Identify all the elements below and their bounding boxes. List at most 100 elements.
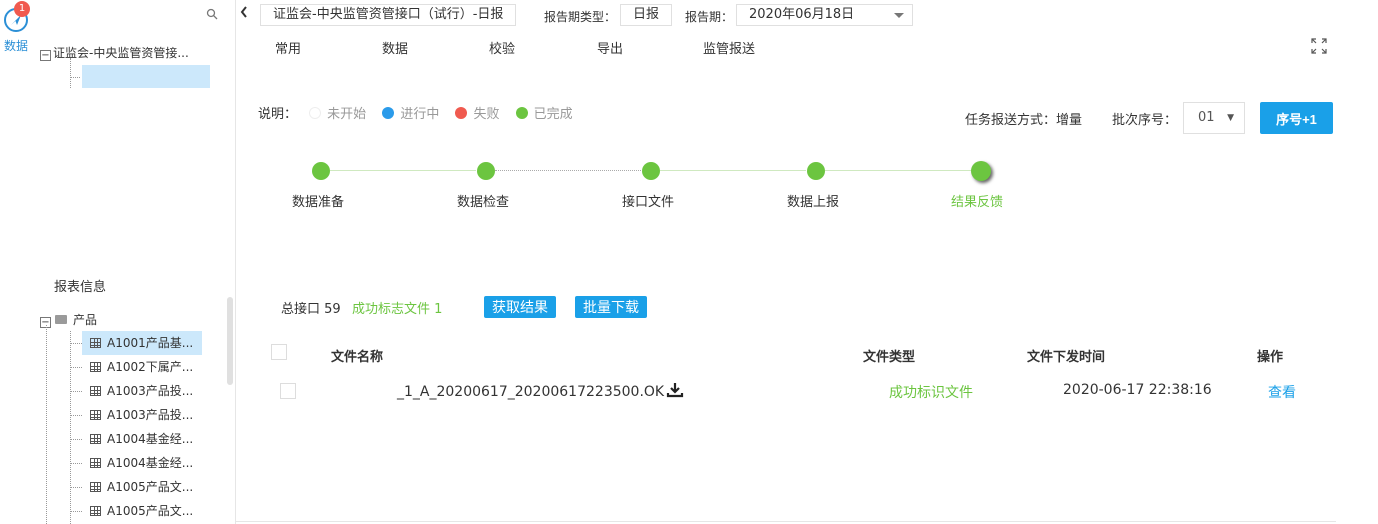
period-select-value: 2020年06月18日 xyxy=(749,7,855,22)
product-item-label: A1003产品投... xyxy=(107,384,194,398)
table-icon xyxy=(90,386,101,396)
tree-connector xyxy=(70,343,82,344)
table-icon xyxy=(90,434,101,444)
report-title-tab[interactable]: 证监会-中央监管资管接口（试行）-日报 xyxy=(260,4,517,26)
step-dot-data-report xyxy=(807,162,825,180)
tree-connector xyxy=(46,325,47,524)
step-label-data-check[interactable]: 数据检查 xyxy=(457,191,509,210)
fetch-result-button[interactable]: 获取结果 xyxy=(484,296,556,318)
divider xyxy=(236,521,1336,522)
product-list: A1001产品基... A1002下属产... A1003产品投... A100… xyxy=(82,331,202,523)
period-label: 报告期： xyxy=(685,10,734,24)
tree-connector xyxy=(70,331,71,524)
tree-root-node[interactable]: − 证监会-中央监管资管接... xyxy=(40,44,189,61)
product-item-label: A1005产品文... xyxy=(107,480,194,494)
step-dot-interface-file xyxy=(642,162,660,180)
step-dot-data-check xyxy=(477,162,495,180)
tree-connector xyxy=(70,511,82,512)
search-icon[interactable] xyxy=(206,8,218,23)
chevron-down-icon: ▼ xyxy=(1227,113,1234,123)
tree-connector xyxy=(70,77,80,78)
step-dot-result-feedback[interactable] xyxy=(971,161,991,181)
icon-rail: 1 数据 xyxy=(0,0,34,524)
menu-item-export[interactable]: 导出 xyxy=(597,38,623,57)
tree-products-node[interactable]: − 产品 xyxy=(40,311,97,328)
tree-connector xyxy=(70,367,82,368)
issue-time-cell: 2020-06-17 22:38:16 xyxy=(1063,382,1212,398)
menu-item-regulatory-submit[interactable]: 监管报送 xyxy=(703,38,755,57)
tree-child-selected[interactable] xyxy=(82,65,210,88)
table-icon xyxy=(90,362,101,372)
product-item[interactable]: A1003产品投... xyxy=(82,379,202,403)
product-item-label: A1003产品投... xyxy=(107,408,194,422)
step-dot-data-prep xyxy=(312,162,330,180)
step-connector xyxy=(330,170,476,171)
tree-root-label: 证监会-中央监管资管接... xyxy=(53,46,189,60)
product-item-label: A1002下属产... xyxy=(107,360,194,374)
step-label-data-report[interactable]: 数据上报 xyxy=(787,191,839,210)
menu-item-data[interactable]: 数据 xyxy=(382,38,408,57)
legend-completed: 已完成 xyxy=(515,107,573,122)
table-icon xyxy=(90,338,101,348)
legend-in-progress: 进行中 xyxy=(382,107,439,122)
step-label-interface-file[interactable]: 接口文件 xyxy=(622,191,674,210)
product-item-label: A1001产品基... xyxy=(107,336,194,350)
product-item[interactable]: A1002下属产... xyxy=(82,355,202,379)
period-type-label: 报告期类型： xyxy=(544,10,617,24)
select-all-checkbox[interactable] xyxy=(271,344,287,360)
report-info-title: 报表信息 xyxy=(54,280,107,295)
tree-connector xyxy=(70,58,71,88)
table-icon xyxy=(90,482,101,492)
tree-products-label: 产品 xyxy=(73,313,98,327)
legend-failed: 失败 xyxy=(455,107,499,122)
legend-not-started: 未开始 xyxy=(309,107,366,122)
task-mode-text: 任务报送方式：增量 xyxy=(965,113,1083,128)
period-select[interactable]: 2020年06月18日 xyxy=(736,4,913,26)
fullscreen-icon[interactable] xyxy=(1310,37,1328,55)
step-connector xyxy=(495,170,641,171)
menu-item-common[interactable]: 常用 xyxy=(275,38,301,57)
step-label-data-prep[interactable]: 数据准备 xyxy=(292,191,344,210)
col-header-file-type: 文件类型 xyxy=(863,350,916,365)
file-name-text: _1_A_20200617_20200617223500.OK xyxy=(397,384,665,400)
product-item[interactable]: A1005产品文... xyxy=(82,475,202,499)
col-header-file-name: 文件名称 xyxy=(331,350,384,365)
batch-download-button[interactable]: 批量下载 xyxy=(575,296,647,318)
increment-sequence-button[interactable]: 序号+1 xyxy=(1260,102,1333,134)
product-item[interactable]: A1005产品文... xyxy=(82,499,202,523)
status-dot-icon xyxy=(309,107,322,119)
product-item[interactable]: A1003产品投... xyxy=(82,403,202,427)
batch-select[interactable]: 01 ▼ xyxy=(1183,102,1245,134)
period-type-value[interactable]: 日报 xyxy=(620,4,673,26)
tree-connector xyxy=(70,415,82,416)
status-dot-icon xyxy=(382,107,395,119)
total-interfaces: 总接口 59 xyxy=(281,302,341,317)
product-item-label: A1004基金经... xyxy=(107,432,194,446)
download-icon[interactable] xyxy=(666,382,684,402)
product-item[interactable]: A1004基金经... xyxy=(82,427,202,451)
product-item[interactable]: A1001产品基... xyxy=(82,331,202,355)
table-icon xyxy=(90,410,101,420)
view-link[interactable]: 查看 xyxy=(1268,382,1296,402)
table-icon xyxy=(90,506,101,516)
tree-connector xyxy=(70,463,82,464)
collapse-icon[interactable]: − xyxy=(40,50,51,61)
chevron-down-icon xyxy=(894,13,904,18)
success-flag-files: 成功标志文件 1 xyxy=(352,302,443,317)
tree-connector xyxy=(70,439,82,440)
status-legend: 说明： 未开始 进行中 失败 已完成 xyxy=(258,103,585,122)
tree-panel: − 证监会-中央监管资管接... 报表信息 − 产品 A1001产品基... A10… xyxy=(34,0,236,524)
tree-scrollbar[interactable] xyxy=(227,297,233,385)
back-arrow-icon[interactable] xyxy=(240,6,248,22)
step-label-result-feedback[interactable]: 结果反馈 xyxy=(951,191,1003,210)
col-header-issue-time: 文件下发时间 xyxy=(1027,350,1106,365)
menu-item-validate[interactable]: 校验 xyxy=(489,38,515,57)
product-item[interactable]: A1004基金经... xyxy=(82,451,202,475)
tree-connector xyxy=(70,391,82,392)
rail-label-data[interactable]: 数据 xyxy=(4,37,28,54)
step-connector xyxy=(825,170,971,171)
step-connector xyxy=(660,170,806,171)
folder-icon xyxy=(55,315,67,324)
table-row-file-name: _1_A_20200617_20200617223500.OK xyxy=(397,382,684,402)
row-checkbox[interactable] xyxy=(280,383,296,399)
